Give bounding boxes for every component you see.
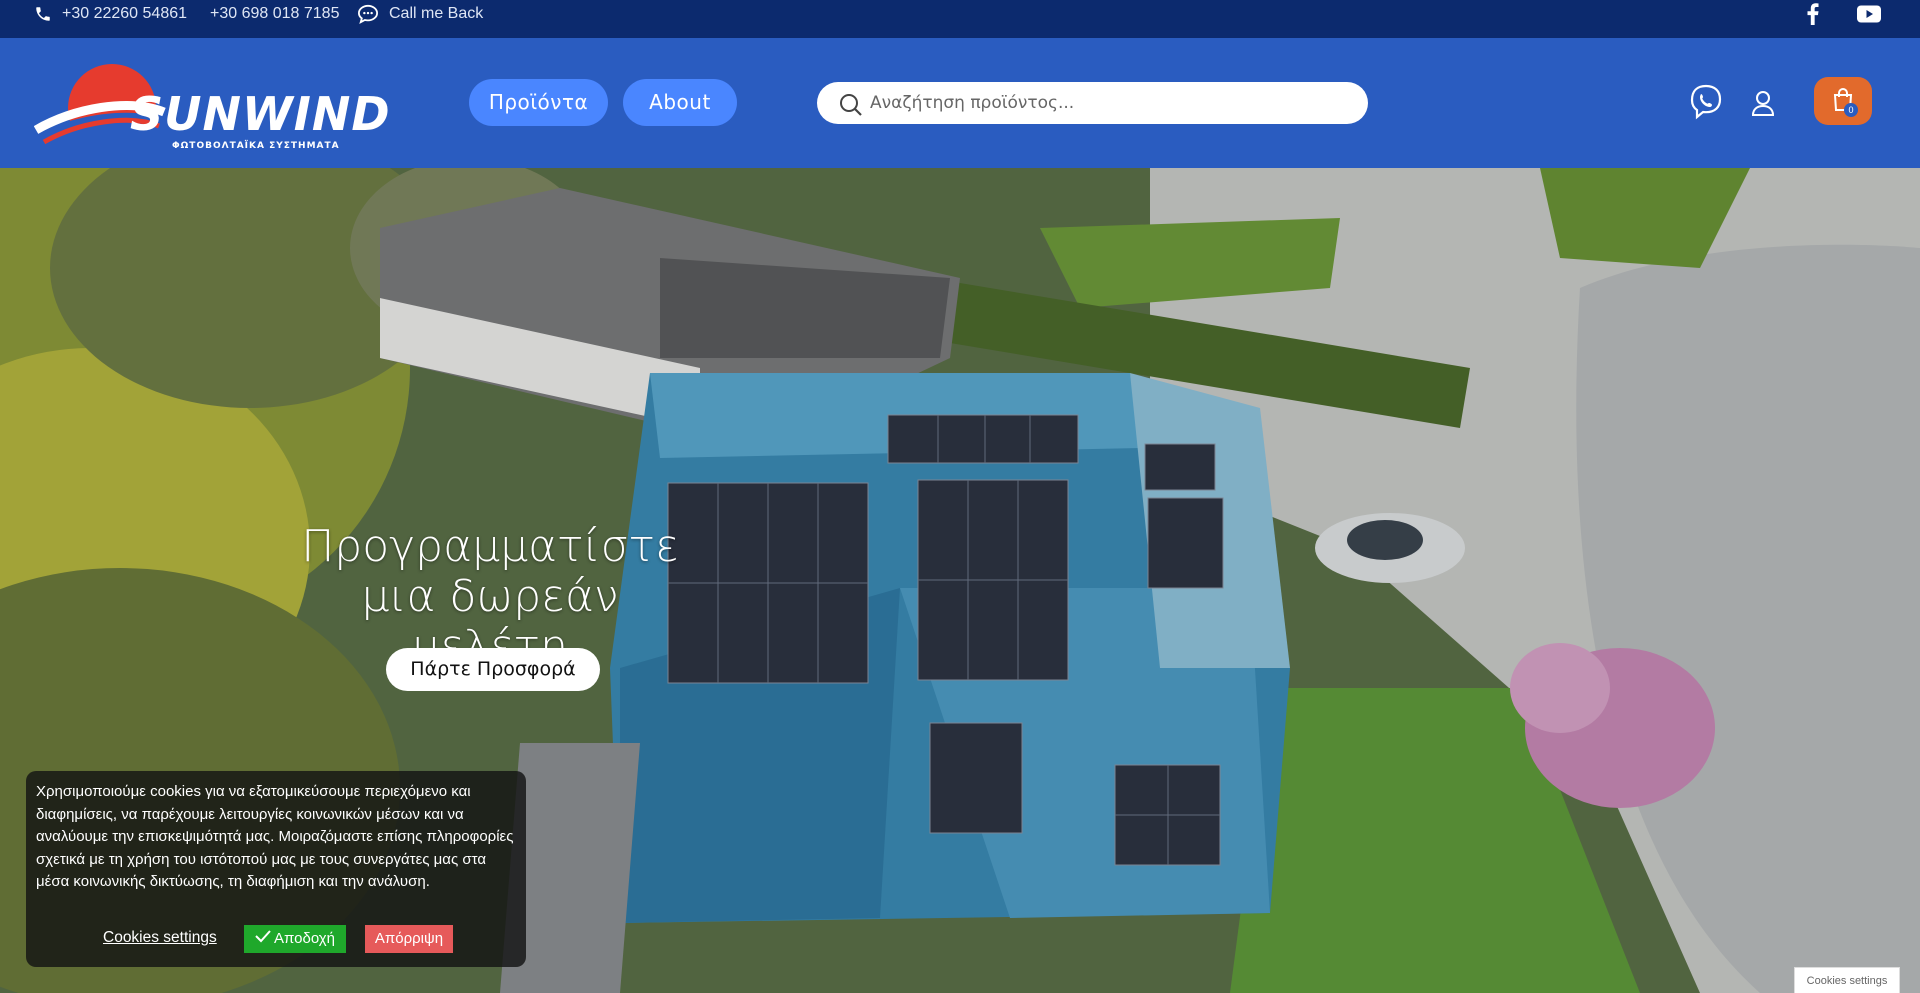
main-header: SUNWIND ΦΩΤΟΒΟΛΤΑΪΚΑ ΣΥΣΤΗΜΑΤΑ Προϊόντα … (0, 38, 1920, 168)
viber-button[interactable] (1689, 84, 1723, 125)
search-icon[interactable] (839, 93, 863, 122)
cookie-reject-button[interactable]: Απόρριψη (365, 925, 453, 953)
phone-link-1[interactable]: +30 22260 54861 (34, 0, 187, 28)
account-button[interactable] (1751, 90, 1775, 121)
user-icon (1751, 91, 1775, 120)
top-bar: +30 22260 54861 +30 698 018 7185 Call me… (0, 0, 1920, 38)
phone-icon (34, 5, 52, 23)
get-offer-button[interactable]: Πάρτε Προσφορά (386, 648, 600, 691)
nav-about-button[interactable]: About (623, 79, 737, 126)
search-input[interactable] (870, 82, 1350, 124)
call-me-back-link[interactable]: Call me Back (357, 0, 483, 28)
logo-wordmark: SUNWIND (130, 87, 391, 141)
facebook-icon (1806, 3, 1820, 25)
cookie-settings-tab[interactable]: Cookies settings (1794, 967, 1900, 993)
cookie-consent-text: Χρησιμοποιούμε cookies για να εξατομικεύ… (36, 783, 514, 890)
chat-icon (357, 4, 379, 24)
cookie-consent-banner: Χρησιμοποιούμε cookies για να εξατομικεύ… (26, 771, 526, 967)
cookie-accept-button[interactable]: Αποδοχή (244, 925, 346, 953)
sunwind-logo[interactable]: SUNWIND ΦΩΤΟΒΟΛΤΑΪΚΑ ΣΥΣΤΗΜΑΤΑ (34, 56, 394, 156)
cart-count-badge: 0 (1844, 103, 1858, 117)
phone-link-2[interactable]: +30 698 018 7185 (210, 0, 339, 28)
nav-products-button[interactable]: Προϊόντα (469, 79, 608, 126)
search-bar (817, 82, 1368, 124)
facebook-link[interactable] (1806, 0, 1820, 28)
check-icon (255, 925, 271, 953)
logo-tagline: ΦΩΤΟΒΟΛΤΑΪΚΑ ΣΥΣΤΗΜΑΤΑ (172, 141, 340, 151)
phone-number-2: +30 698 018 7185 (210, 5, 340, 22)
youtube-link[interactable] (1857, 0, 1881, 28)
call-me-back-label: Call me Back (389, 5, 484, 22)
youtube-icon (1857, 5, 1881, 23)
viber-icon (1689, 84, 1723, 124)
cookie-accept-label: Αποδοχή (274, 930, 335, 947)
cart-button[interactable]: 0 (1814, 77, 1872, 125)
phone-number-1: +30 22260 54861 (62, 5, 188, 22)
cookie-settings-link[interactable]: Cookies settings (103, 929, 217, 947)
hero-title-line-1: Προγραμματίστε (301, 521, 679, 572)
